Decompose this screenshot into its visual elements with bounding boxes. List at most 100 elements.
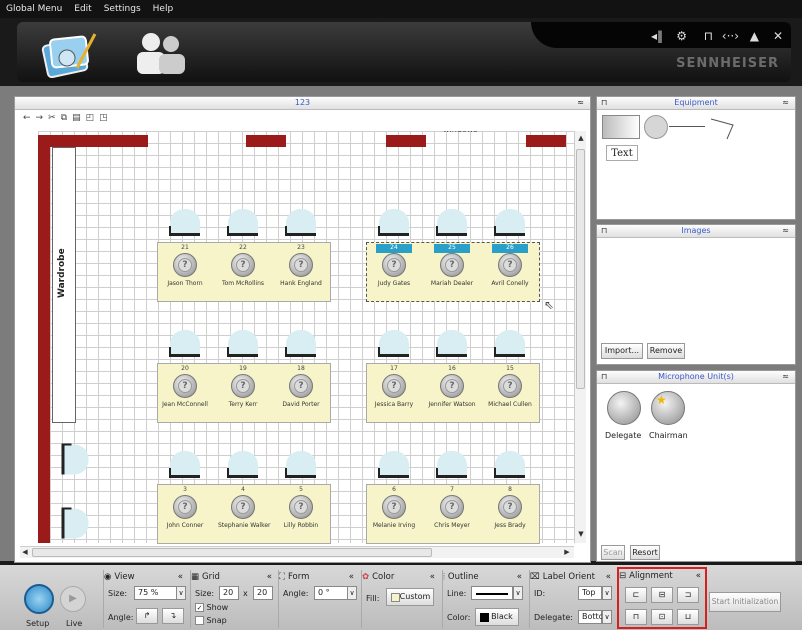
chair[interactable] [494,451,525,478]
line-tool[interactable] [669,126,705,127]
collapse-icon[interactable]: ≈ [782,97,789,109]
microphone-unit[interactable]: 22? Tom McRollins [218,244,268,287]
microphone-unit[interactable]: 18? David Porter [276,365,326,408]
align-bottom-button[interactable]: ⊔ [677,609,699,625]
align-top-button[interactable]: ⊓ [625,609,647,625]
collapse-icon[interactable]: ≈ [782,225,789,237]
circle-tool[interactable] [644,115,668,139]
alignment-collapse-icon[interactable]: « [696,571,701,581]
chevron-down-icon[interactable]: ∨ [513,586,523,600]
pin-icon[interactable]: ⊓ [601,97,607,109]
microphone-unit[interactable]: 24? Judy Gates [369,244,419,287]
microphone-unit[interactable]: 16? Jennifer Watson [427,365,477,408]
pin-icon[interactable]: ⊓ [601,225,607,237]
view-collapse-icon[interactable]: « [178,572,183,582]
vertical-scroll-thumb[interactable] [576,149,585,389]
chair[interactable] [169,330,200,357]
paste-icon[interactable]: ▤ [72,113,81,123]
grid-show-checkbox[interactable]: ✓ Show [195,603,228,612]
chair[interactable] [227,451,258,478]
menu-global[interactable]: Global Menu [6,4,62,14]
chair[interactable] [494,209,525,236]
vertical-scrollbar[interactable]: ▲ ▼ [574,131,586,543]
id-orient-select[interactable]: Top [578,586,602,600]
chair[interactable] [378,209,409,236]
chair[interactable] [436,330,467,357]
start-initialization-button[interactable]: Start Initialization [709,592,781,612]
microphone-unit[interactable]: 23? Hank England [276,244,326,287]
microphone-unit[interactable]: 21? Jason Thorn [160,244,210,287]
wardrobe[interactable]: Wardrobe [52,147,76,423]
pin-icon[interactable]: ⊓ [601,371,607,383]
delegate-avatar-icon[interactable] [129,28,191,78]
group-icon[interactable]: ◰ [86,113,95,123]
angle-line-tool[interactable] [709,115,735,141]
chair[interactable] [285,209,316,236]
rotate-left-button[interactable]: ↱ [136,608,158,624]
microphone-unit[interactable]: 20? Jean McConnell [160,365,210,408]
microphone-unit[interactable]: 5? Lilly Robbin [276,486,326,529]
horizontal-scrollbar[interactable]: ◀ ▶ [20,546,574,558]
cut-icon[interactable]: ✂ [48,113,56,123]
grid-snap-checkbox[interactable]: Snap [195,616,227,625]
collapse-icon[interactable]: ≈ [577,97,584,109]
scroll-down-icon[interactable]: ▼ [576,529,586,539]
live-button[interactable]: ▶ [60,586,86,612]
chair[interactable] [436,451,467,478]
chevron-down-icon[interactable]: ∨ [176,586,186,600]
lock-icon[interactable]: ⊓ [704,29,713,43]
delegate-unit-icon[interactable] [607,391,641,425]
microphone-unit[interactable]: 4? Stephanie Walker [218,486,271,529]
menu-edit[interactable]: Edit [74,4,91,14]
microphone-unit[interactable]: 17? Jessica Barry [369,365,419,408]
chair[interactable] [285,451,316,478]
text-tool[interactable]: Text [606,145,638,161]
ungroup-icon[interactable]: ◳ [99,113,108,123]
label-orient-collapse-icon[interactable]: « [606,572,611,582]
align-center-button[interactable]: ⊟ [651,587,673,603]
menu-help[interactable]: Help [153,4,174,14]
scroll-up-icon[interactable]: ▲ [576,133,586,143]
microphone-unit[interactable]: 15? Michael Cullen [485,365,535,408]
rotate-right-button[interactable]: ↴ [162,608,184,624]
microphone-unit[interactable]: 19? Terry Kerr [218,365,268,408]
chair[interactable] [494,330,525,357]
chair[interactable] [169,451,200,478]
chair[interactable] [227,330,258,357]
microphone-unit[interactable]: 8? Jess Brady [485,486,535,529]
rectangle-tool[interactable] [602,115,640,139]
setup-button[interactable] [24,584,54,614]
view-size-select[interactable]: 75 % [134,586,178,600]
network-icon[interactable]: ⚙ [676,29,687,43]
chevron-down-icon[interactable]: ∨ [347,586,357,600]
side-seat-2[interactable] [61,508,89,539]
chevron-down-icon[interactable]: ∨ [602,610,612,624]
form-angle-select[interactable]: 0 ° [314,586,348,600]
grid-size-y-input[interactable]: 20 [253,586,273,600]
remote-icon[interactable]: ‹··› [722,29,739,43]
scroll-left-icon[interactable]: ◀ [20,547,30,557]
line-style-select[interactable] [471,586,513,600]
volume-icon[interactable]: ◂‖ [651,29,663,43]
chair[interactable] [378,451,409,478]
chair[interactable] [436,209,467,236]
scroll-right-icon[interactable]: ▶ [562,547,572,557]
align-middle-button[interactable]: ⊡ [651,609,673,625]
microphone-unit[interactable]: 25? Mariah Dealer [427,244,477,287]
up-icon[interactable]: ▲ [750,29,759,43]
chairman-unit-icon[interactable]: ★ [651,391,685,425]
delegate-orient-select[interactable]: Bottc [578,610,603,624]
collapse-icon[interactable]: ≈ [782,371,789,383]
conference-tools-icon[interactable] [37,28,99,78]
form-collapse-icon[interactable]: « [349,572,354,582]
fill-color-button[interactable]: Custom [386,588,434,606]
chevron-down-icon[interactable]: ∨ [602,586,612,600]
microphone-unit[interactable]: 6? Melanie Irving [369,486,419,529]
microphone-unit[interactable]: 3? John Conner [160,486,210,529]
scan-button[interactable]: Scan [601,545,625,560]
chair[interactable] [227,209,258,236]
back-arrow-icon[interactable]: ← [23,113,31,123]
forward-arrow-icon[interactable]: → [36,113,44,123]
side-seat-1[interactable] [61,444,89,475]
microphone-unit[interactable]: 26? Avril Conelly [485,244,535,287]
